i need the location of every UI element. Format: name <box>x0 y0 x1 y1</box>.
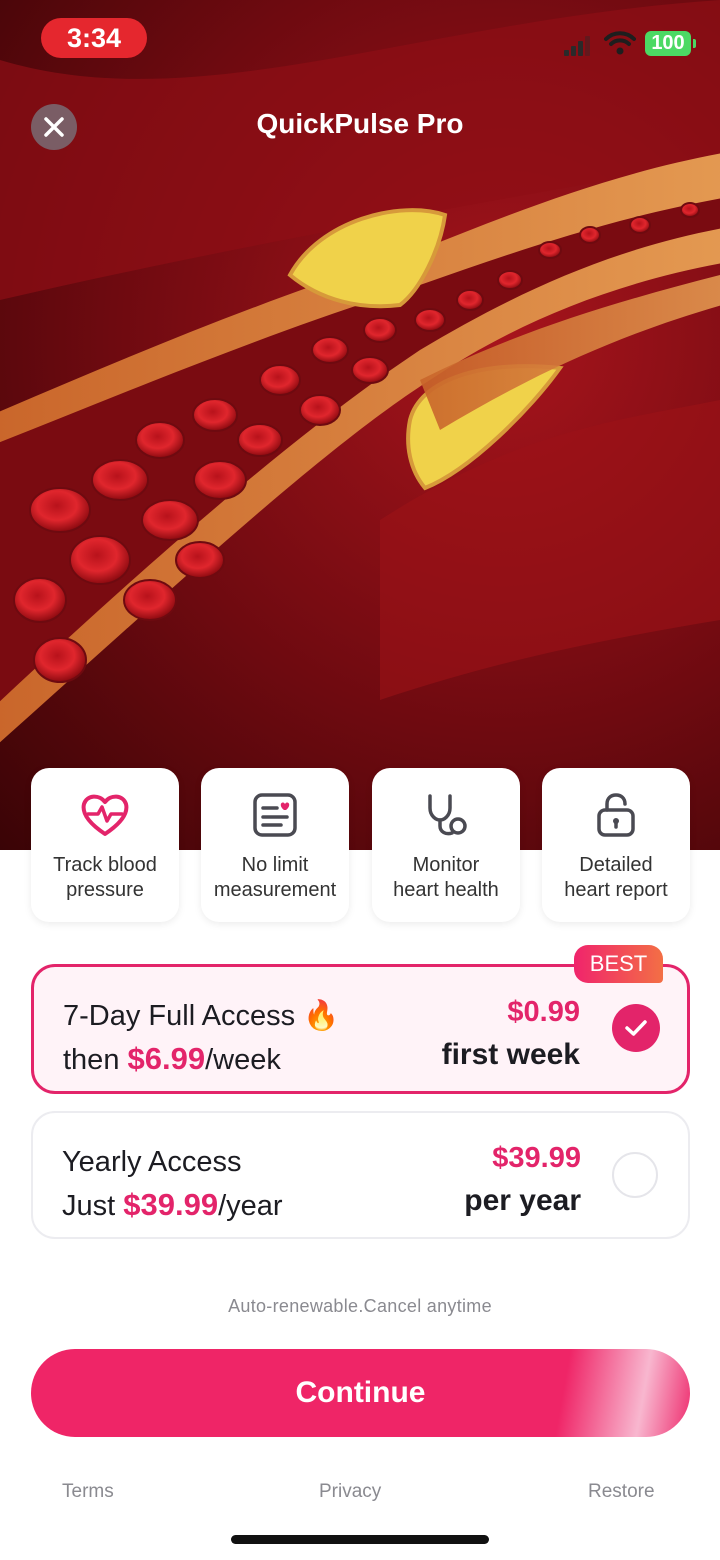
terms-link[interactable]: Terms <box>62 1481 114 1503</box>
plan-price: $39.99 <box>492 1142 581 1174</box>
restore-link[interactable]: Restore <box>588 1481 655 1503</box>
checkmark-icon <box>625 1020 647 1036</box>
cellular-signal-icon <box>564 36 590 56</box>
plan-yearly-radio[interactable] <box>612 1152 658 1198</box>
plan-title: Yearly Access <box>62 1146 242 1178</box>
continue-button[interactable]: Continue <box>31 1349 690 1437</box>
plan-weekly-radio[interactable] <box>612 1004 660 1052</box>
heart-pulse-icon <box>81 794 129 836</box>
feature-card-report: Detailed heart report <box>542 768 690 922</box>
plan-price: $0.99 <box>507 996 580 1028</box>
page-title: QuickPulse Pro <box>256 108 464 139</box>
feature-label: Monitor heart health <box>393 854 499 901</box>
home-indicator[interactable] <box>231 1535 489 1544</box>
feature-card-monitor: Monitor heart health <box>372 768 520 922</box>
wifi-icon <box>604 31 636 55</box>
status-time: 3:34 <box>41 18 147 58</box>
feature-label: No limit measurement <box>213 854 337 901</box>
stethoscope-icon <box>428 794 467 836</box>
fire-icon: 🔥 <box>303 1000 340 1032</box>
plan-title: 7-Day Full Access 🔥 <box>63 1000 340 1032</box>
auto-renew-note: Auto-renewable.Cancel anytime <box>228 1296 492 1316</box>
privacy-link[interactable]: Privacy <box>319 1481 381 1503</box>
plan-period: first week <box>441 1038 580 1071</box>
feature-card-track-bp: Track blood pressure <box>31 768 179 922</box>
plan-renewal-price: $6.99 <box>127 1041 206 1076</box>
plan-option-weekly[interactable]: 7-Day Full Access 🔥 then $6.99/week $0.9… <box>31 964 690 1094</box>
feature-label: Detailed heart report <box>564 854 668 901</box>
report-card-icon <box>253 793 297 837</box>
battery-icon: 100 <box>645 31 696 56</box>
plan-subtitle: Just $39.99/year <box>62 1187 283 1222</box>
unlock-icon <box>597 793 635 837</box>
plan-period: per year <box>464 1184 581 1217</box>
feature-label: Track blood pressure <box>53 854 157 901</box>
feature-list: Track blood pressure No limit measuremen… <box>31 768 691 924</box>
best-badge: BEST <box>574 945 663 983</box>
plan-subtitle: then $6.99/week <box>63 1041 281 1076</box>
plan-renewal-price: $39.99 <box>123 1187 219 1222</box>
plan-option-yearly[interactable]: Yearly Access Just $39.99/year $39.99 pe… <box>31 1111 690 1239</box>
status-bar: 3:34 100 <box>0 0 720 80</box>
feature-card-no-limit: No limit measurement <box>201 768 349 922</box>
